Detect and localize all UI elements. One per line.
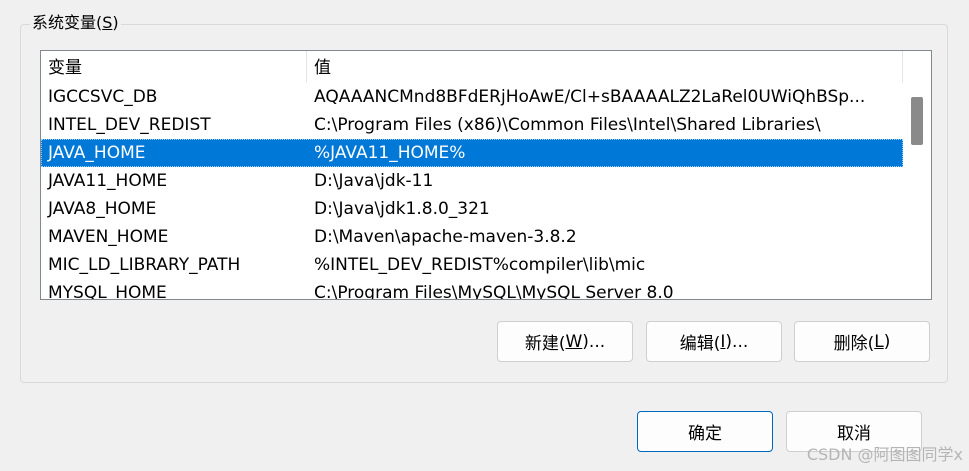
variables-list[interactable]: 变量 值 IGCCSVC_DB AQAAANCMnd8BFdERjHoAwE/Cl… [40,50,932,300]
table-row[interactable]: MIC_LD_LIBRARY_PATH %INTEL_DEV_REDIST%com… [41,251,903,279]
variable-name-cell: IGCCSVC_DB [48,87,158,107]
vertical-scrollbar[interactable] [903,51,931,299]
edit-button-label: 编辑( [679,334,721,354]
table-row[interactable]: INTEL_DEV_REDIST C:\Program Files (x86)\C… [41,111,903,139]
variable-name-cell: MAVEN_HOME [48,227,169,247]
new-button-suffix: )... [582,331,606,352]
variable-value-cell: %INTEL_DEV_REDIST%compiler\lib\mic [314,255,646,275]
system-variables-dialog: 系统变量(S) 变量 值 IGCCSVC_DB AQAAANCMnd8BFdERj… [0,0,969,471]
table-row[interactable]: JAVA11_HOME D:\Java\jdk-11 [41,167,903,195]
variable-value-cell: AQAAANCMnd8BFdERjHoAwE/Cl+sBAAAALZ2LaRel… [314,87,866,107]
group-title: 系统变量(S) [30,12,121,34]
column-header-variable[interactable]: 变量 [41,51,307,83]
new-button-key: W [565,331,583,352]
new-button-label: 新建( [524,334,566,354]
table-row[interactable]: JAVA8_HOME D:\Java\jdk1.8.0_321 [41,195,903,223]
variable-name-cell: INTEL_DEV_REDIST [48,115,211,135]
delete-button-key: L [874,331,884,352]
group-title-key: S [102,13,113,32]
edit-button[interactable]: 编辑(I)... [646,321,782,362]
variable-name-cell: MIC_LD_LIBRARY_PATH [48,255,241,275]
table-row[interactable]: MAVEN_HOME D:\Maven\apache-maven-3.8.2 [41,223,903,251]
table-row[interactable]: JAVA_HOME %JAVA11_HOME% [41,139,903,167]
new-button[interactable]: 新建(W)... [497,321,633,362]
variable-value-cell: %JAVA11_HOME% [314,143,466,163]
variable-value-cell: D:\Maven\apache-maven-3.8.2 [314,227,577,247]
delete-button-suffix: ) [883,331,891,352]
table-row[interactable]: IGCCSVC_DB AQAAANCMnd8BFdERjHoAwE/Cl+sBAA… [41,83,903,111]
variable-value-cell: D:\Java\jdk-11 [314,171,434,191]
variable-value-cell: C:\Program Files (x86)\Common Files\Inte… [314,115,821,135]
variable-name-cell: JAVA_HOME [48,143,146,163]
variable-name-cell: MYSQL_HOME [48,283,167,300]
group-title-suffix: ) [112,13,119,32]
list-rows: IGCCSVC_DB AQAAANCMnd8BFdERjHoAwE/Cl+sBAA… [41,83,903,300]
scrollbar-thumb[interactable] [911,97,923,145]
table-row[interactable]: MYSQL_HOME C:\Program Files\MySQL\MySQL S… [41,279,903,300]
edit-button-suffix: )... [725,331,749,352]
ok-button[interactable]: 确定 [637,411,773,452]
watermark: CSDN @阿图图同学x [806,445,963,464]
group-title-prefix: 系统变量( [32,13,103,32]
variable-value-cell: C:\Program Files\MySQL\MySQL Server 8.0 [314,283,674,300]
list-header: 变量 值 [41,51,903,83]
column-header-value[interactable]: 值 [307,51,903,83]
variable-value-cell: D:\Java\jdk1.8.0_321 [314,199,490,219]
delete-button-label: 删除( [833,334,875,354]
variable-name-cell: JAVA11_HOME [48,171,168,191]
variable-name-cell: JAVA8_HOME [48,199,157,219]
delete-button[interactable]: 删除(L) [794,321,930,362]
